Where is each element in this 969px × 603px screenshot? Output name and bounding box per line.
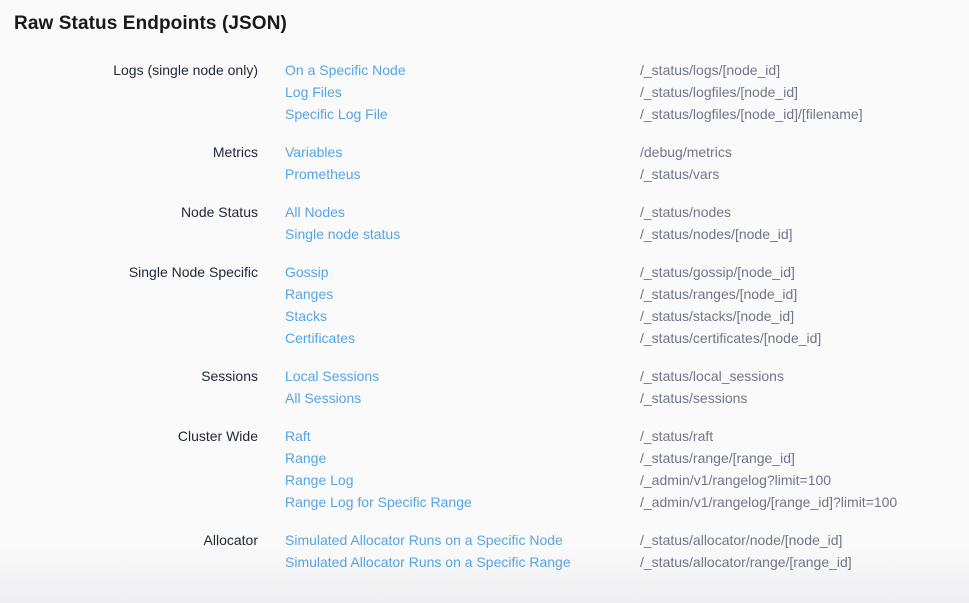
- endpoint-section: Node StatusAll NodesSingle node status/_…: [14, 201, 969, 245]
- endpoint-path: /_status/vars: [640, 163, 969, 185]
- endpoint-path: /_status/gossip/[node_id]: [640, 261, 969, 283]
- endpoint-links-column: RaftRangeRange LogRange Log for Specific…: [258, 425, 640, 513]
- endpoint-link[interactable]: On a Specific Node: [285, 59, 406, 81]
- endpoint-paths-column: /_status/gossip/[node_id]/_status/ranges…: [640, 261, 969, 349]
- endpoint-link[interactable]: Range Log: [285, 469, 354, 491]
- endpoint-sections: Logs (single node only)On a Specific Nod…: [14, 59, 969, 573]
- category-label: Allocator: [14, 529, 258, 573]
- endpoint-path: /_status/local_sessions: [640, 365, 969, 387]
- endpoint-path: /_status/range/[range_id]: [640, 447, 969, 469]
- endpoint-path: /_status/nodes/[node_id]: [640, 223, 969, 245]
- endpoint-section: Allocator Simulated Allocator Runs on a S…: [14, 529, 969, 573]
- endpoint-path: /debug/metrics: [640, 141, 969, 163]
- endpoint-link[interactable]: Raft: [285, 425, 311, 447]
- endpoint-links-column: GossipRangesStacksCertificates: [258, 261, 640, 349]
- category-label: Logs (single node only): [14, 59, 258, 125]
- endpoint-path: /_status/raft: [640, 425, 969, 447]
- category-label: Node Status: [14, 201, 258, 245]
- category-label: Metrics: [14, 141, 258, 185]
- page-title: Raw Status Endpoints (JSON): [14, 10, 969, 37]
- endpoint-path: /_status/allocator/node/[node_id]: [640, 529, 969, 551]
- endpoint-section: MetricsVariablesPrometheus/debug/metrics…: [14, 141, 969, 185]
- category-label: Cluster Wide: [14, 425, 258, 513]
- endpoint-link[interactable]: Gossip: [285, 261, 329, 283]
- endpoint-link[interactable]: Local Sessions: [285, 365, 379, 387]
- endpoint-path: /_status/allocator/range/[range_id]: [640, 551, 969, 573]
- endpoint-link[interactable]: Ranges: [285, 283, 333, 305]
- endpoint-links-column: Local SessionsAll Sessions: [258, 365, 640, 409]
- category-label: Sessions: [14, 365, 258, 409]
- endpoint-links-column: On a Specific NodeLog FilesSpecific Log …: [258, 59, 640, 125]
- endpoint-paths-column: /_status/logs/[node_id]/_status/logfiles…: [640, 59, 969, 125]
- endpoint-path: /_status/stacks/[node_id]: [640, 305, 969, 327]
- endpoint-path: /_status/ranges/[node_id]: [640, 283, 969, 305]
- endpoint-path: /_status/logfiles/[node_id]/[filename]: [640, 103, 969, 125]
- endpoint-path: /_status/logs/[node_id]: [640, 59, 969, 81]
- endpoint-link[interactable]: Simulated Allocator Runs on a Specific N…: [285, 529, 563, 551]
- endpoint-link[interactable]: Certificates: [285, 327, 355, 349]
- endpoint-path: /_status/logfiles/[node_id]: [640, 81, 969, 103]
- endpoint-link[interactable]: Single node status: [285, 223, 400, 245]
- endpoint-link[interactable]: All Sessions: [285, 387, 361, 409]
- endpoint-link[interactable]: Variables: [285, 141, 342, 163]
- endpoint-link[interactable]: All Nodes: [285, 201, 345, 223]
- endpoint-link[interactable]: Specific Log File: [285, 103, 388, 125]
- endpoint-path: /_status/nodes: [640, 201, 969, 223]
- endpoint-path: /_status/sessions: [640, 387, 969, 409]
- endpoint-link[interactable]: Stacks: [285, 305, 327, 327]
- endpoint-paths-column: /_status/nodes/_status/nodes/[node_id]: [640, 201, 969, 245]
- endpoint-link[interactable]: Simulated Allocator Runs on a Specific R…: [285, 551, 571, 573]
- endpoint-link[interactable]: Range: [285, 447, 326, 469]
- endpoint-path: /_status/certificates/[node_id]: [640, 327, 969, 349]
- endpoint-paths-column: /_status/raft/_status/range/[range_id]/_…: [640, 425, 969, 513]
- endpoint-paths-column: /_status/allocator/node/[node_id]/_statu…: [640, 529, 969, 573]
- raw-status-endpoints-page: Raw Status Endpoints (JSON) Logs (single…: [0, 0, 969, 573]
- endpoint-section: Cluster WideRaftRangeRange LogRange Log …: [14, 425, 969, 513]
- endpoint-section: Single Node SpecificGossipRangesStacksCe…: [14, 261, 969, 349]
- endpoint-links-column: All NodesSingle node status: [258, 201, 640, 245]
- endpoint-path: /_admin/v1/rangelog?limit=100: [640, 469, 969, 491]
- endpoint-paths-column: /_status/local_sessions/_status/sessions: [640, 365, 969, 409]
- endpoint-paths-column: /debug/metrics/_status/vars: [640, 141, 969, 185]
- endpoint-section: Logs (single node only)On a Specific Nod…: [14, 59, 969, 125]
- endpoint-link[interactable]: Prometheus: [285, 163, 360, 185]
- endpoint-path: /_admin/v1/rangelog/[range_id]?limit=100: [640, 491, 969, 513]
- endpoint-link[interactable]: Range Log for Specific Range: [285, 491, 472, 513]
- endpoint-links-column: VariablesPrometheus: [258, 141, 640, 185]
- endpoint-section: SessionsLocal SessionsAll Sessions/_stat…: [14, 365, 969, 409]
- category-label: Single Node Specific: [14, 261, 258, 349]
- endpoint-links-column: Simulated Allocator Runs on a Specific N…: [258, 529, 640, 573]
- endpoint-link[interactable]: Log Files: [285, 81, 342, 103]
